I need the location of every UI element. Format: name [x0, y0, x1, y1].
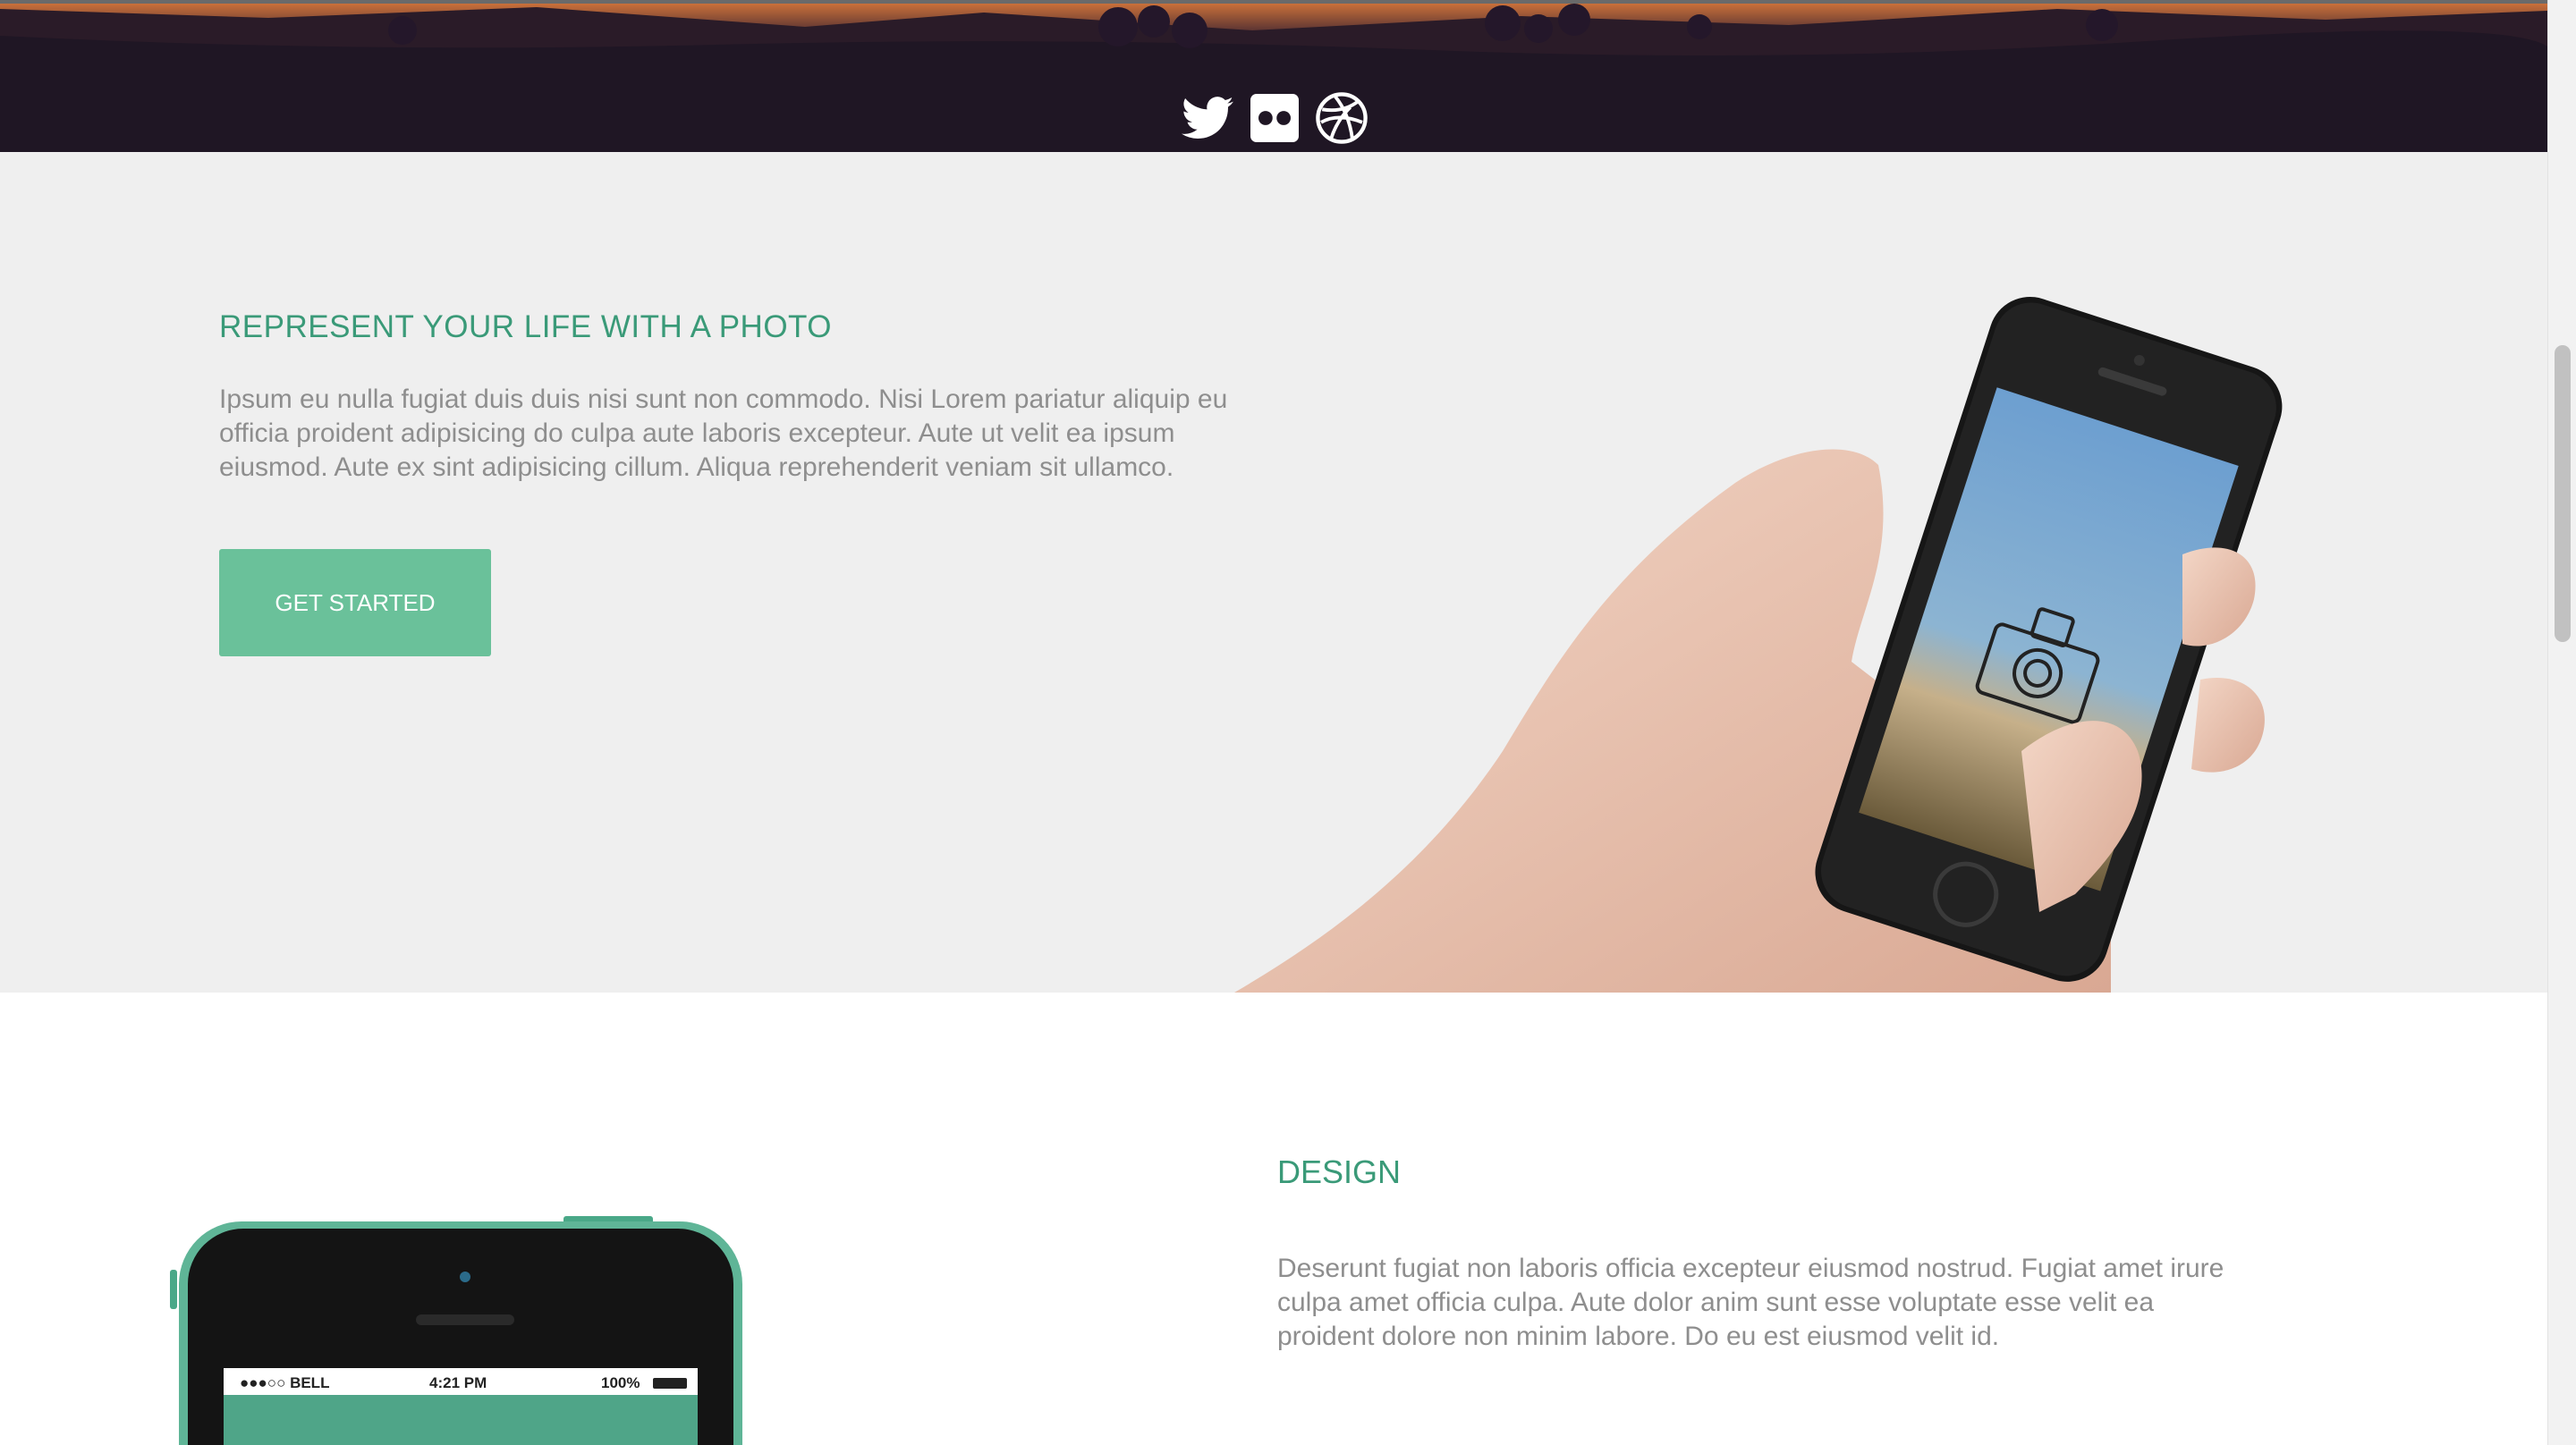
scrollbar-thumb[interactable]	[2555, 345, 2571, 642]
phone-carrier-text: ●●●○○ BELL	[240, 1374, 329, 1391]
social-links	[1181, 88, 1368, 148]
get-started-button[interactable]: GET STARTED	[219, 549, 491, 656]
twitter-icon[interactable]	[1181, 91, 1233, 145]
design-heading: DESIGN	[1277, 1153, 1402, 1190]
flickr-icon[interactable]	[1248, 91, 1301, 145]
feature-description: Ipsum eu nulla fugiat duis duis nisi sun…	[219, 384, 1228, 482]
design-section: ●●●○○ BELL 4:21 PM 100% DESIGN Deserunt …	[0, 993, 2547, 1445]
hero-banner	[0, 0, 2547, 152]
design-description: Deserunt fugiat non laboris officia exce…	[1277, 1254, 2224, 1351]
phone-time-text: 4:21 PM	[429, 1374, 487, 1391]
phone-battery-text: 100%	[601, 1374, 640, 1391]
sunset-landscape-image	[0, 4, 2547, 89]
hand-holding-phone-image	[1234, 296, 2283, 993]
green-phone-image: ●●●○○ BELL 4:21 PM 100%	[170, 1216, 742, 1445]
feature-section: REPRESENT YOUR LIFE WITH A PHOTO Ipsum e…	[0, 152, 2547, 993]
dribbble-icon[interactable]	[1316, 91, 1368, 145]
feature-heading: REPRESENT YOUR LIFE WITH A PHOTO	[219, 309, 833, 344]
scrollbar-track[interactable]	[2547, 0, 2576, 1445]
